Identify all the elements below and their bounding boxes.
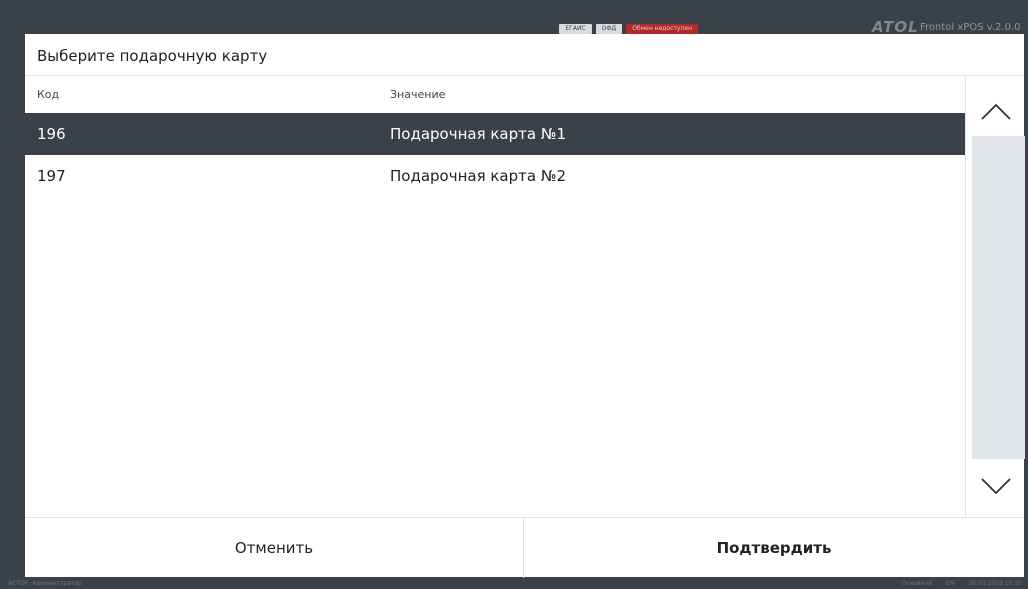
datetime: 26.03.2018 10:30 xyxy=(968,580,1022,587)
column-header-value: Значение xyxy=(390,88,446,101)
column-header-code: Код xyxy=(37,88,60,101)
scroll-down-button[interactable] xyxy=(966,462,1025,510)
ofd-badge: ОФД xyxy=(595,24,623,34)
confirm-button[interactable]: Подтвердить xyxy=(524,518,1024,578)
row-code: 196 xyxy=(37,125,66,143)
status-info: Основной EN 26.03.2018 10:30 xyxy=(902,580,1023,587)
scroll-track[interactable] xyxy=(972,136,1025,459)
chevron-down-icon xyxy=(980,478,1011,495)
list-header: Код Значение xyxy=(25,76,965,113)
exchange-unavailable-badge: Обмен недоступен xyxy=(626,24,698,34)
cancel-button[interactable]: Отменить xyxy=(25,518,524,578)
list-row[interactable]: 196 Подарочная карта №1 xyxy=(25,113,965,155)
current-user: АСТОР. Администратор xyxy=(8,580,82,587)
status-bar: ЕГАИС ОФД Обмен недоступен ATOL Frontol … xyxy=(0,0,1028,36)
status-badges: ЕГАИС ОФД Обмен недоступен xyxy=(559,24,698,34)
work-mode: Основной xyxy=(901,580,933,587)
list-row[interactable]: 197 Подарочная карта №2 xyxy=(25,155,965,197)
row-code: 197 xyxy=(37,167,66,185)
dialog-footer: Отменить Подтвердить xyxy=(25,517,1024,578)
app-version: Frontol xPOS v.2.0.0 xyxy=(920,22,1021,33)
atol-logo: ATOL xyxy=(872,18,919,36)
scrollbar xyxy=(965,76,1025,517)
gift-card-list: Код Значение 196 Подарочная карта №1 197… xyxy=(25,76,965,517)
scroll-up-button[interactable] xyxy=(966,88,1025,136)
chevron-up-icon xyxy=(980,103,1011,120)
bottom-status-bar: АСТОР. Администратор Основной EN 26.03.2… xyxy=(0,579,1028,589)
row-value: Подарочная карта №1 xyxy=(390,125,566,143)
gift-card-dialog: Выберите подарочную карту Код Значение 1… xyxy=(25,34,1025,578)
dialog-title: Выберите подарочную карту xyxy=(25,34,1024,76)
egais-badge: ЕГАИС xyxy=(559,24,592,34)
language-indicator[interactable]: EN xyxy=(946,580,954,587)
row-value: Подарочная карта №2 xyxy=(390,167,566,185)
